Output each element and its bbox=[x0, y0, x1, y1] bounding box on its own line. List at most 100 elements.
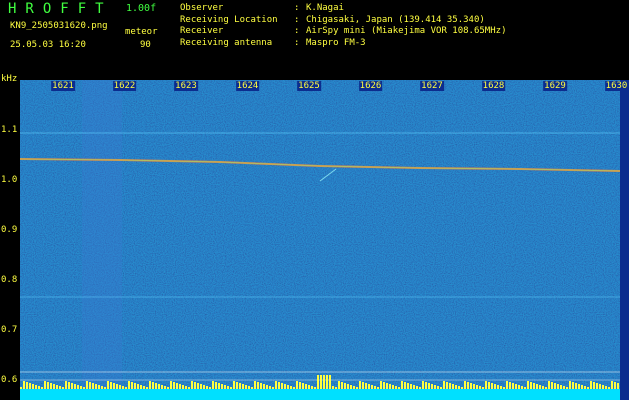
meteor-spike bbox=[455, 385, 457, 389]
meteor-spike bbox=[137, 384, 139, 389]
meteor-spike bbox=[359, 381, 361, 389]
filename-label: KN9_2505031620.png bbox=[10, 21, 108, 31]
meteor-spike bbox=[407, 383, 409, 389]
meteor-spike bbox=[149, 381, 151, 389]
meteor-spike bbox=[494, 384, 496, 389]
meteor-spike bbox=[197, 383, 199, 389]
x-tick-label: 1622 bbox=[112, 81, 137, 91]
meteor-spike bbox=[221, 384, 223, 389]
meteor-spike bbox=[398, 387, 400, 389]
meteor-spike bbox=[125, 387, 127, 389]
meteor-spike bbox=[200, 384, 202, 389]
app-title: HROFFT bbox=[8, 1, 113, 17]
meteor-spike bbox=[212, 381, 214, 389]
waterfall-spectrogram bbox=[20, 80, 620, 400]
meteor-spike bbox=[77, 385, 79, 389]
meteor-spike bbox=[65, 381, 67, 389]
meteor-spike bbox=[317, 375, 319, 389]
meteor-spike bbox=[26, 382, 28, 389]
meteor-spike bbox=[461, 387, 463, 389]
meteor-spike bbox=[611, 381, 613, 389]
meteor-spike bbox=[134, 383, 136, 389]
meteor-spike bbox=[380, 381, 382, 389]
meteor-spike bbox=[128, 381, 130, 389]
meteor-spike bbox=[185, 386, 187, 389]
interference-band bbox=[82, 80, 122, 400]
meteor-spike bbox=[497, 385, 499, 389]
meteor-spike bbox=[113, 383, 115, 389]
meteor-spike bbox=[599, 384, 601, 389]
meteor-spike bbox=[269, 386, 271, 389]
x-tick-label: 1628 bbox=[481, 81, 506, 91]
x-tick-label: 1629 bbox=[543, 81, 567, 91]
meteor-spike bbox=[89, 382, 91, 389]
meteor-spike bbox=[122, 386, 124, 389]
info-value: Chigasaki, Japan (139.414 35.340) bbox=[306, 14, 485, 25]
meteor-spike bbox=[410, 384, 412, 389]
meteor-spike bbox=[224, 385, 226, 389]
meteor-spike bbox=[95, 384, 97, 389]
meteor-spike bbox=[548, 381, 550, 389]
meteor-spike bbox=[194, 382, 196, 389]
meteor-spike bbox=[404, 382, 406, 389]
info-label: Receiving antenna bbox=[180, 37, 273, 48]
station-info: Observer : K.Nagai Receiving Location : … bbox=[180, 3, 506, 49]
meteor-spike bbox=[395, 386, 397, 389]
meteor-spike bbox=[614, 382, 616, 389]
meteor-spike bbox=[323, 375, 325, 389]
meteor-spike bbox=[173, 382, 175, 389]
meteor-spike bbox=[62, 387, 64, 389]
meteor-spike bbox=[356, 387, 358, 389]
meteor-spike bbox=[104, 387, 106, 389]
meteor-spike bbox=[218, 383, 220, 389]
meteor-spike bbox=[575, 383, 577, 389]
meteor-spike bbox=[227, 386, 229, 389]
meteor-spike bbox=[449, 383, 451, 389]
meteor-spike bbox=[74, 384, 76, 389]
meteor-spike bbox=[242, 384, 244, 389]
meteor-spike bbox=[326, 375, 328, 389]
y-tick-label: 1.1 bbox=[1, 125, 18, 135]
meteor-spike bbox=[266, 385, 268, 389]
info-separator: : bbox=[294, 37, 300, 48]
meteor-spike bbox=[152, 382, 154, 389]
meteor-spike bbox=[305, 384, 307, 389]
meteor-spike bbox=[23, 381, 25, 389]
meteor-spike bbox=[155, 383, 157, 389]
meteor-spike bbox=[488, 382, 490, 389]
meteor-spike bbox=[578, 384, 580, 389]
y-tick-label: 0.8 bbox=[1, 275, 18, 285]
meteor-spike bbox=[350, 385, 352, 389]
meteor-spike bbox=[470, 383, 472, 389]
meteor-spike bbox=[467, 382, 469, 389]
meteor-spike bbox=[371, 385, 373, 389]
meteor-spike bbox=[446, 382, 448, 389]
meteor-spike bbox=[434, 385, 436, 389]
meteor-spike bbox=[80, 386, 82, 389]
meteor-spike bbox=[563, 386, 565, 389]
meteor-spike bbox=[332, 386, 334, 389]
meteor-spike bbox=[50, 383, 52, 389]
meteor-spike bbox=[38, 386, 40, 389]
meteor-spike bbox=[308, 385, 310, 389]
meteor-label: meteor bbox=[125, 27, 158, 37]
meteor-spike bbox=[344, 383, 346, 389]
info-label: Observer bbox=[180, 3, 224, 13]
meteor-spike bbox=[347, 384, 349, 389]
meteor-spike bbox=[482, 387, 484, 389]
meteor-spike bbox=[278, 382, 280, 389]
meteor-spike bbox=[509, 382, 511, 389]
meteor-spike bbox=[419, 387, 421, 389]
meteor-count: 90 bbox=[140, 40, 151, 50]
meteor-spike bbox=[500, 386, 502, 389]
meteor-spike bbox=[605, 386, 607, 389]
x-tick-label: 1625 bbox=[297, 81, 321, 91]
meteor-spike bbox=[602, 385, 604, 389]
meteor-spike bbox=[116, 384, 118, 389]
meteor-spike bbox=[146, 387, 148, 389]
meteor-spike bbox=[521, 386, 523, 389]
meteor-spike bbox=[299, 382, 301, 389]
meteor-spike bbox=[176, 383, 178, 389]
meteor-spike bbox=[557, 384, 559, 389]
meteor-spike bbox=[515, 384, 517, 389]
